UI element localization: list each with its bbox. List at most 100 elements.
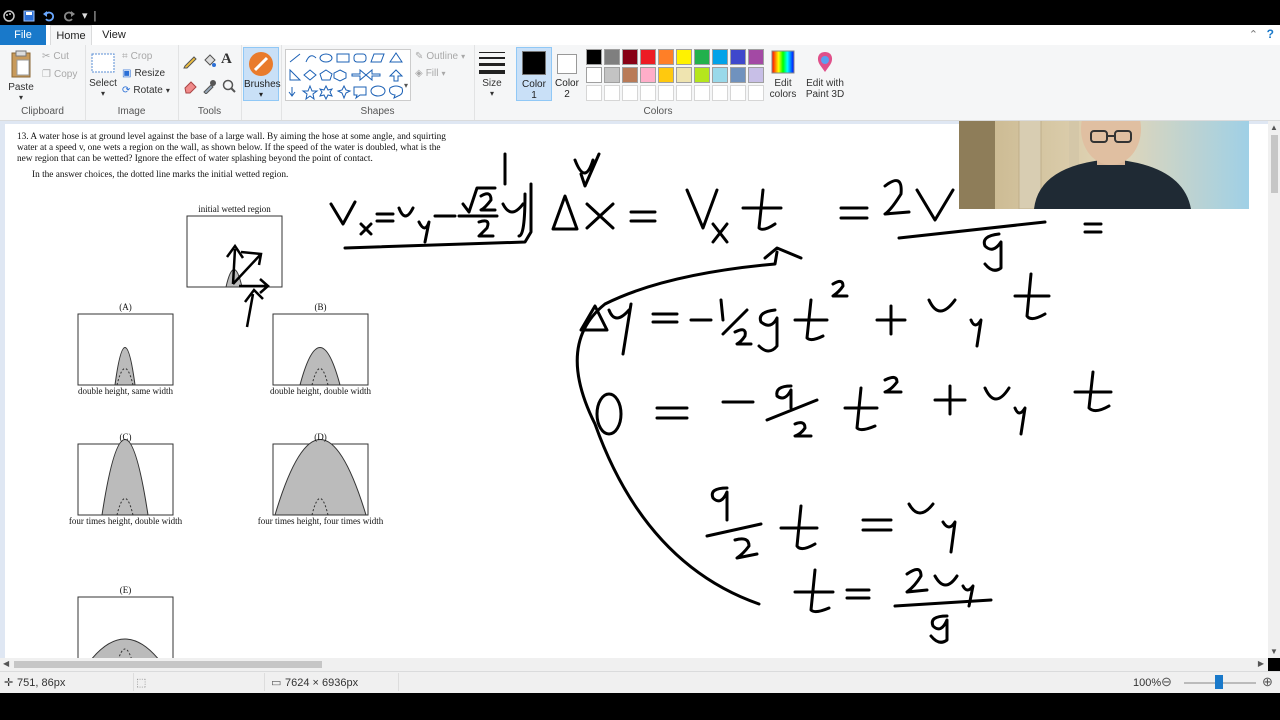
palette-swatch[interactable] — [640, 85, 656, 101]
shapes-more-icon[interactable]: ▾ — [404, 81, 408, 90]
palette-swatch[interactable] — [658, 67, 674, 83]
text-tool-icon[interactable]: A — [221, 51, 232, 68]
paste-dropdown-icon[interactable]: ▾ — [4, 93, 38, 102]
hw-square2 — [883, 375, 903, 394]
zoom-in-icon[interactable]: ⊕ — [1262, 674, 1273, 690]
clipboard-group: Paste ▾ ✂ Cut ❐ Copy Clipboard — [0, 45, 86, 120]
color-palette — [586, 49, 766, 105]
palette-swatch[interactable] — [694, 67, 710, 83]
paste-button[interactable]: Paste ▾ — [4, 49, 38, 102]
magnifier-icon[interactable] — [221, 78, 237, 94]
palette-swatch[interactable] — [712, 67, 728, 83]
paint3d-icon — [817, 52, 833, 72]
undo-icon[interactable] — [42, 9, 56, 23]
palette-swatch[interactable] — [622, 67, 638, 83]
rotate-button[interactable]: ⟳ Rotate ▾ — [122, 85, 170, 96]
horizontal-scrollbar[interactable]: ◀ ▶ — [0, 658, 1268, 671]
scroll-left-icon[interactable]: ◀ — [3, 659, 9, 668]
palette-swatch[interactable] — [658, 85, 674, 101]
palette-swatch[interactable] — [730, 85, 746, 101]
edit-colors-button[interactable]: Edit colors — [766, 49, 800, 100]
palette-swatch[interactable] — [676, 49, 692, 65]
palette-swatch[interactable] — [748, 67, 764, 83]
rotate-icon: ⟳ — [122, 85, 131, 96]
copy-button[interactable]: ❐ Copy — [42, 69, 77, 80]
palette-swatch[interactable] — [604, 67, 620, 83]
scroll-up-icon[interactable]: ▲ — [1270, 123, 1278, 132]
palette-swatch[interactable] — [604, 49, 620, 65]
palette-swatch[interactable] — [622, 49, 638, 65]
edit-with-paint3d-button[interactable]: Edit with Paint 3D — [805, 49, 845, 100]
redo-icon[interactable] — [62, 9, 76, 23]
outline-dropdown-icon: ▾ — [461, 52, 466, 61]
colors-group-label: Colors — [643, 106, 673, 117]
zoom-level: 100% — [1133, 677, 1162, 689]
palette-swatch[interactable] — [694, 49, 710, 65]
hw-denom2b — [793, 421, 813, 438]
eraser-icon[interactable] — [182, 78, 198, 94]
resize-icon: ▣ — [122, 68, 132, 79]
hw-denom2c — [733, 537, 759, 560]
select-dropdown-icon[interactable]: ▾ — [88, 89, 118, 98]
resize-button[interactable]: ▣ Resize — [122, 68, 165, 79]
customize-qat-icon[interactable]: ▾ — [82, 9, 88, 22]
vertical-scrollbar[interactable]: ▲ ▼ — [1268, 121, 1280, 658]
scroll-right-icon[interactable]: ▶ — [1258, 659, 1264, 668]
brush-icon — [249, 52, 273, 76]
letterbox-bottom — [0, 693, 1280, 720]
palette-swatch[interactable] — [676, 67, 692, 83]
tab-view[interactable]: View — [96, 25, 132, 45]
paint3d-label: Edit with Paint 3D — [805, 78, 845, 100]
palette-swatch[interactable] — [694, 85, 710, 101]
vertical-scroll-thumb[interactable] — [1271, 135, 1278, 193]
color1-button[interactable]: Color 1 — [516, 47, 552, 101]
hw-eq5 — [1083, 222, 1103, 234]
palette-swatch[interactable] — [604, 85, 620, 101]
save-icon[interactable] — [22, 9, 36, 23]
outline-button[interactable]: ✎ Outline ▾ — [415, 51, 465, 62]
select-button[interactable]: Select ▾ — [88, 51, 118, 98]
palette-swatch[interactable] — [586, 67, 602, 83]
zoom-slider-thumb[interactable] — [1215, 675, 1223, 689]
cut-button[interactable]: ✂ Cut — [42, 51, 69, 62]
palette-swatch[interactable] — [640, 67, 656, 83]
rotate-dropdown-icon: ▾ — [165, 86, 170, 95]
hw-checkmark — [573, 152, 601, 188]
horizontal-scroll-thumb[interactable] — [14, 661, 322, 668]
tools-group: A Tools — [178, 45, 242, 120]
tab-file[interactable]: File — [0, 25, 46, 45]
brushes-button[interactable]: Brushes ▾ — [243, 47, 281, 101]
tab-home[interactable]: Home — [50, 25, 92, 47]
fill-bucket-icon[interactable] — [201, 53, 217, 69]
palette-swatch[interactable] — [748, 49, 764, 65]
hw-plus1 — [875, 304, 907, 336]
scroll-down-icon[interactable]: ▼ — [1270, 647, 1278, 656]
palette-swatch[interactable] — [712, 49, 728, 65]
color-wheel-icon — [771, 50, 795, 74]
palette-swatch[interactable] — [712, 85, 728, 101]
hw-vx-x — [359, 222, 373, 236]
palette-swatch[interactable] — [658, 49, 674, 65]
color1-label-line1: Color — [522, 79, 546, 90]
fill-button[interactable]: ◈ Fill ▾ — [415, 68, 446, 79]
palette-swatch[interactable] — [748, 85, 764, 101]
palette-swatch[interactable] — [640, 49, 656, 65]
pencil-icon[interactable] — [182, 53, 198, 69]
color2-button[interactable]: Color 2 — [551, 47, 583, 100]
hw-v — [397, 206, 415, 218]
palette-swatch[interactable] — [622, 85, 638, 101]
crop-button[interactable]: ⌗ Crop — [122, 51, 152, 62]
color2-swatch — [557, 54, 577, 74]
palette-swatch[interactable] — [586, 49, 602, 65]
webcam-overlay — [959, 121, 1249, 209]
color-picker-icon[interactable] — [201, 78, 217, 94]
palette-swatch[interactable] — [676, 85, 692, 101]
shapes-gallery[interactable] — [285, 49, 411, 101]
size-button[interactable]: Size ▾ — [474, 49, 510, 98]
collapse-ribbon-icon[interactable]: ⌃ — [1249, 28, 1258, 41]
zoom-out-icon[interactable]: ⊖ — [1161, 674, 1172, 690]
palette-swatch[interactable] — [730, 67, 746, 83]
palette-swatch[interactable] — [586, 85, 602, 101]
help-icon[interactable]: ? — [1267, 27, 1274, 41]
palette-swatch[interactable] — [730, 49, 746, 65]
